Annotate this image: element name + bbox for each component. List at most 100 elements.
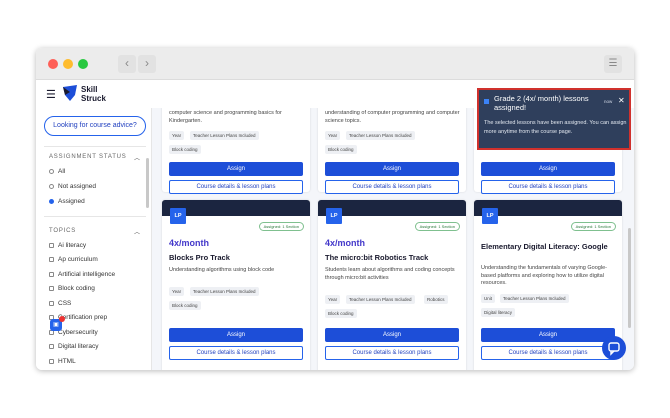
course-card: LP Assigned: 1 Section Elementary Digita… bbox=[474, 200, 622, 370]
course-tag: Block coding bbox=[169, 301, 201, 310]
minimize-window-dot[interactable] bbox=[63, 59, 73, 69]
course-title[interactable]: Blocks Pro Track bbox=[169, 253, 305, 262]
course-details-button[interactable]: Course details & lesson plans bbox=[169, 180, 303, 194]
skill-struck-logo-icon bbox=[63, 85, 77, 101]
toast-timestamp: now bbox=[604, 99, 613, 104]
course-advice-button[interactable]: Looking for course advice? bbox=[44, 116, 146, 136]
assign-button[interactable]: Assign bbox=[481, 162, 615, 176]
topic-digital-literacy[interactable]: Digital literacy bbox=[49, 343, 98, 350]
topic-css[interactable]: CSS bbox=[49, 300, 71, 307]
radio-icon[interactable] bbox=[49, 168, 54, 174]
course-tag: Unit bbox=[481, 294, 496, 303]
course-card: computer science and programming basics … bbox=[162, 108, 310, 194]
course-tag: Year bbox=[325, 131, 341, 140]
lesson-plan-badge: LP bbox=[482, 208, 498, 224]
status-option-not-assigned[interactable]: Not assigned bbox=[49, 183, 96, 190]
status-option-all[interactable]: All bbox=[49, 168, 65, 175]
course-tag: Teacher Lesson Plans Included bbox=[346, 131, 415, 140]
browser-menu-icon[interactable]: ☰ bbox=[604, 55, 622, 73]
sidebar-scrollbar[interactable] bbox=[146, 158, 149, 208]
checkbox-icon[interactable] bbox=[49, 343, 54, 349]
toast-status-icon bbox=[484, 99, 489, 104]
checkbox-icon[interactable] bbox=[49, 256, 54, 262]
topics-heading: TOPICS bbox=[49, 228, 77, 234]
window-titlebar: ‹ › ☰ bbox=[36, 48, 634, 80]
maximize-window-dot[interactable] bbox=[78, 59, 88, 69]
topic-label: Ai literacy bbox=[58, 242, 87, 249]
collapse-topics-chevron-icon[interactable]: ︿ bbox=[134, 227, 140, 236]
assign-button[interactable]: Assign bbox=[325, 328, 459, 342]
assignment-toast: Grade 2 (4x/ month) lessons assigned! no… bbox=[477, 88, 631, 150]
assign-button[interactable]: Assign bbox=[325, 162, 459, 176]
assigned-status-badge: Assigned: 1 Section bbox=[570, 222, 616, 231]
course-tag: Block coding bbox=[169, 145, 201, 154]
brand-line-2: Struck bbox=[81, 94, 106, 103]
course-tag: Teacher Lesson Plans Included bbox=[190, 287, 259, 296]
assigned-status-badge: Assigned: 1 Section bbox=[414, 222, 460, 231]
course-details-button[interactable]: Course details & lesson plans bbox=[325, 180, 459, 194]
topic-artificial-intelligence[interactable]: Artificial intelligence bbox=[49, 271, 115, 278]
chat-bubble-icon bbox=[608, 342, 620, 356]
collapse-status-chevron-icon[interactable]: ︿ bbox=[134, 153, 140, 162]
course-card: understanding of computer programming an… bbox=[318, 108, 466, 194]
course-tag: Year bbox=[169, 131, 185, 140]
checkbox-icon[interactable] bbox=[49, 242, 54, 248]
browser-window: ‹ › ☰ ☰ Skill Struck Looking for course … bbox=[36, 48, 634, 370]
course-tag: Robotics bbox=[424, 295, 448, 304]
course-tag: Teacher Lesson Plans Included bbox=[190, 131, 259, 140]
checkbox-icon[interactable] bbox=[49, 300, 54, 306]
topic-html[interactable]: HTML bbox=[49, 358, 76, 365]
toast-message: The selected lessons have been assigned.… bbox=[484, 120, 627, 135]
course-tag: Block coding bbox=[325, 145, 357, 154]
course-title[interactable]: Elementary Digital Literacy: Google bbox=[481, 242, 617, 251]
topic-block-coding[interactable]: Block coding bbox=[49, 285, 95, 292]
topic-label: CSS bbox=[58, 300, 72, 307]
checkbox-icon[interactable] bbox=[49, 285, 54, 291]
course-details-button[interactable]: Course details & lesson plans bbox=[481, 180, 615, 194]
course-title[interactable]: The micro:bit Robotics Track bbox=[325, 253, 461, 262]
lesson-plan-badge: LP bbox=[326, 208, 342, 224]
assign-button[interactable]: Assign bbox=[169, 162, 303, 176]
checkbox-icon[interactable] bbox=[49, 358, 54, 364]
course-description: Students learn about algorithms and codi… bbox=[325, 267, 455, 281]
topic-ap-curriculum[interactable]: Ap curriculum bbox=[49, 256, 98, 263]
status-option-label: Not assigned bbox=[58, 183, 96, 190]
course-frequency: 4x/month bbox=[325, 238, 366, 248]
course-tag: Teacher Lesson Plans Included bbox=[346, 295, 415, 304]
radio-selected-icon[interactable] bbox=[49, 198, 54, 204]
hamburger-menu-icon[interactable]: ☰ bbox=[46, 88, 56, 101]
main-scrollbar[interactable] bbox=[628, 228, 631, 328]
course-description: Understanding the fundamentals of varyin… bbox=[481, 265, 607, 286]
course-card: LP Assigned: 1 Section 4x/month Blocks P… bbox=[162, 200, 310, 370]
topic-label: Digital literacy bbox=[58, 343, 99, 350]
course-description: Understanding algorithms using block cod… bbox=[169, 267, 275, 273]
close-icon[interactable]: ✕ bbox=[618, 96, 625, 105]
checkbox-icon[interactable] bbox=[49, 271, 54, 277]
topic-ai-literacy[interactable]: Ai literacy bbox=[49, 242, 86, 249]
course-description: understanding of computer programming an… bbox=[325, 110, 460, 124]
course-details-button[interactable]: Course details & lesson plans bbox=[481, 346, 615, 360]
forward-icon[interactable]: › bbox=[138, 55, 156, 73]
topic-label: Block coding bbox=[58, 285, 95, 292]
course-frequency: 4x/month bbox=[169, 238, 210, 248]
toast-title: Grade 2 (4x/ month) lessons assigned! bbox=[494, 94, 589, 112]
close-window-dot[interactable] bbox=[48, 59, 58, 69]
course-details-button[interactable]: Course details & lesson plans bbox=[325, 346, 459, 360]
assigned-status-badge: Assigned: 1 Section bbox=[258, 222, 304, 231]
sidebar-divider bbox=[44, 216, 146, 217]
status-option-assigned[interactable]: Assigned bbox=[49, 198, 85, 205]
back-icon[interactable]: ‹ bbox=[118, 55, 136, 73]
brand-logo-text: Skill Struck bbox=[81, 85, 106, 103]
topic-label: Cybersecurity bbox=[58, 329, 98, 336]
course-details-button[interactable]: Course details & lesson plans bbox=[169, 346, 303, 360]
chat-icon[interactable] bbox=[602, 336, 626, 360]
assign-button[interactable]: Assign bbox=[481, 328, 615, 342]
radio-icon[interactable] bbox=[49, 183, 54, 189]
assignment-status-heading: ASSIGNMENT STATUS bbox=[49, 154, 127, 160]
topic-label: Artificial intelligence bbox=[58, 271, 116, 278]
assign-button[interactable]: Assign bbox=[169, 328, 303, 342]
status-option-label: Assigned bbox=[58, 198, 85, 205]
brand-line-1: Skill bbox=[81, 85, 98, 94]
course-tag: Block coding bbox=[325, 309, 357, 318]
status-option-label: All bbox=[58, 168, 66, 175]
